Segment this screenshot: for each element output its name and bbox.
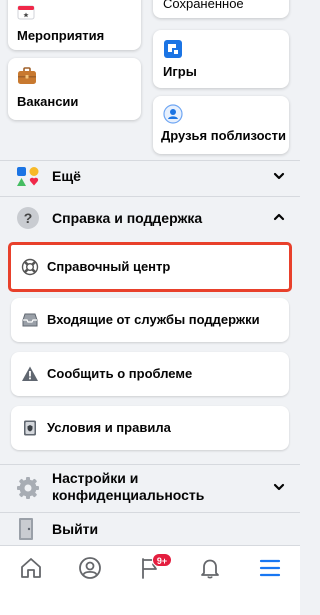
section-help-label: Справка и поддержка bbox=[52, 210, 203, 226]
nearby-friends-icon bbox=[163, 104, 183, 129]
tab-notifications[interactable] bbox=[190, 556, 230, 586]
chevron-down-icon bbox=[272, 169, 286, 183]
warning-icon bbox=[21, 365, 39, 383]
shortcut-jobs[interactable]: Вакансии bbox=[8, 58, 141, 120]
bottom-tab-bar: 9+ bbox=[0, 545, 300, 615]
shortcut-games-label: Игры bbox=[163, 64, 197, 79]
tab-profile[interactable] bbox=[70, 556, 110, 586]
shortcut-nearby-friends-label: Друзья поблизости bbox=[161, 128, 286, 143]
book-icon bbox=[21, 419, 39, 437]
notification-badge: 9+ bbox=[152, 553, 172, 567]
section-more[interactable]: Ещё bbox=[0, 157, 300, 197]
report-problem-item[interactable]: Сообщить о проблеме bbox=[11, 352, 289, 396]
settings-label-line2: конфиденциальность bbox=[52, 487, 205, 503]
games-icon bbox=[163, 39, 183, 64]
shortcut-saved[interactable]: Сохраненное bbox=[153, 0, 289, 18]
divider bbox=[0, 464, 300, 465]
shortcut-saved-label: Сохраненное bbox=[163, 0, 244, 11]
shortcut-nearby-friends[interactable]: Друзья поблизости bbox=[153, 96, 289, 154]
tab-menu[interactable] bbox=[250, 556, 290, 586]
home-icon bbox=[11, 556, 51, 580]
hamburger-menu-icon bbox=[250, 556, 290, 580]
settings-label-line1: Настройки и bbox=[52, 470, 139, 486]
section-settings-privacy[interactable]: Настройки и конфиденциальность bbox=[0, 466, 300, 510]
lifebuoy-icon bbox=[21, 258, 39, 276]
briefcase-icon bbox=[17, 67, 37, 90]
exit-door-icon bbox=[15, 517, 41, 543]
chevron-up-icon bbox=[272, 210, 286, 224]
profile-icon bbox=[70, 556, 110, 580]
tab-home[interactable] bbox=[11, 556, 51, 586]
divider bbox=[0, 196, 300, 197]
menu-screen: Мероприятия Сохраненное Вакансии Игры Др… bbox=[0, 0, 300, 615]
bell-icon bbox=[190, 556, 230, 580]
shortcut-games[interactable]: Игры bbox=[153, 30, 289, 88]
inbox-tray-icon bbox=[21, 311, 39, 329]
logout-row[interactable]: Выйти bbox=[0, 512, 300, 544]
shortcut-events[interactable]: Мероприятия bbox=[8, 0, 141, 50]
section-more-label: Ещё bbox=[52, 168, 81, 184]
terms-policies-label: Условия и правила bbox=[47, 420, 171, 435]
report-problem-label: Сообщить о проблеме bbox=[47, 366, 193, 381]
shortcut-jobs-label: Вакансии bbox=[17, 94, 79, 109]
logout-label: Выйти bbox=[52, 521, 99, 537]
tab-pages[interactable]: 9+ bbox=[130, 553, 172, 586]
more-shapes-icon bbox=[15, 164, 41, 190]
gear-icon bbox=[15, 475, 41, 501]
svg-text:?: ? bbox=[24, 210, 33, 226]
terms-policies-item[interactable]: Условия и правила bbox=[11, 406, 289, 450]
shortcut-events-label: Мероприятия bbox=[17, 28, 105, 43]
help-center-item[interactable]: Справочный центр bbox=[8, 242, 292, 292]
calendar-icon bbox=[17, 4, 35, 25]
chevron-down-icon bbox=[272, 480, 286, 494]
support-inbox-item[interactable]: Входящие от службы поддержки bbox=[11, 298, 289, 342]
question-icon: ? bbox=[15, 205, 41, 231]
support-inbox-label: Входящие от службы поддержки bbox=[47, 312, 260, 327]
help-center-label: Справочный центр bbox=[47, 259, 171, 274]
section-help[interactable]: ? Справка и поддержка bbox=[0, 198, 300, 238]
